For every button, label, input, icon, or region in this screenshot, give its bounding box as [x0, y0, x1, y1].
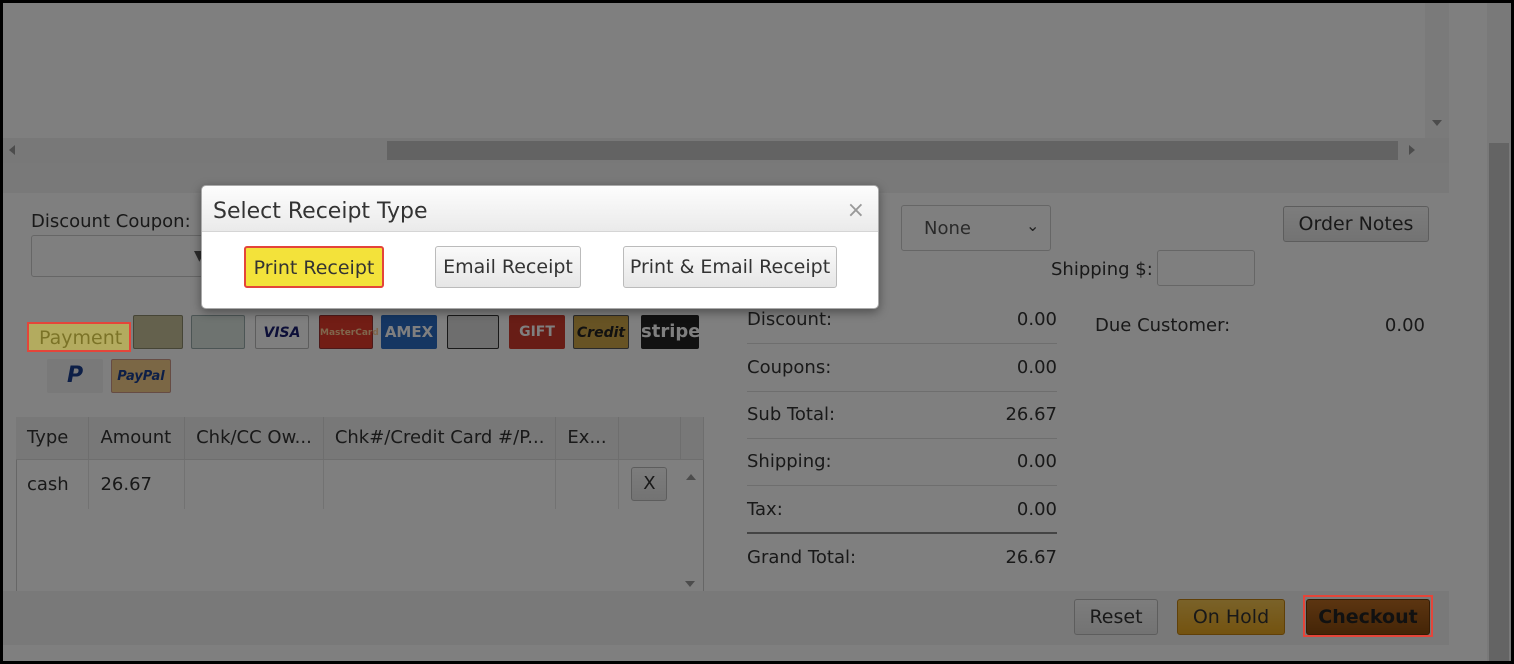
close-icon[interactable]: × — [847, 198, 865, 223]
print-receipt-button[interactable]: Print Receipt — [244, 246, 384, 288]
pos-window: Discount Coupon: ▼ None ⌄ Order Notes Sh… — [3, 3, 1511, 661]
dialog-title: Select Receipt Type — [213, 199, 428, 224]
dialog-header: Select Receipt Type × — [202, 186, 878, 232]
checkout-highlight — [1303, 595, 1433, 637]
receipt-type-dialog: Select Receipt Type × Print Receipt Emai… — [201, 185, 879, 309]
modal-backdrop[interactable] — [3, 3, 1511, 661]
email-receipt-button[interactable]: Email Receipt — [435, 246, 581, 288]
payment-highlight — [27, 322, 131, 352]
print-email-receipt-button[interactable]: Print & Email Receipt — [623, 246, 837, 288]
